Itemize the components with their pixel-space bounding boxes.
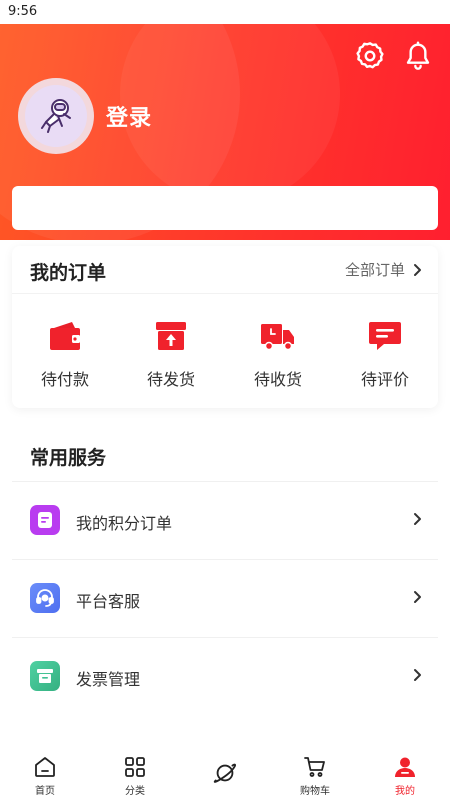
order-pending-payment[interactable]: 待付款 [20, 318, 110, 390]
tab-label: 我的 [395, 786, 415, 797]
order-item-label: 待发货 [146, 370, 195, 389]
profile-header: 登录 [0, 24, 450, 240]
order-item-label: 待收货 [253, 370, 302, 389]
box-upload-icon [153, 318, 189, 354]
chevron-right-icon [414, 513, 421, 525]
chevron-right-icon [414, 263, 421, 276]
chevron-right-icon [414, 591, 421, 603]
orders-title: 我的订单 [30, 262, 107, 284]
comment-icon [367, 318, 403, 354]
status-bar: 9:56 [0, 0, 450, 24]
all-orders-label: 全部订单 [344, 261, 405, 279]
avatar[interactable] [18, 78, 94, 154]
member-card [12, 186, 438, 230]
order-pending-review[interactable]: 待评价 [340, 318, 430, 390]
order-item-label: 待付款 [40, 370, 89, 389]
grid-icon [122, 754, 148, 780]
order-pending-shipment[interactable]: 待发货 [126, 318, 216, 390]
service-label: 平台客服 [76, 592, 141, 611]
astronaut-icon [41, 99, 71, 133]
tab-cart[interactable]: 购物车 [280, 754, 350, 797]
services-title: 常用服务 [30, 447, 107, 469]
orders-card: 我的订单 全部订单 待付款 待发货 待收货 待评价 [12, 246, 438, 408]
truck-icon [260, 318, 296, 354]
service-label: 发票管理 [76, 670, 141, 689]
order-pending-receipt[interactable]: 待收货 [233, 318, 323, 390]
planet-icon [212, 760, 238, 786]
orders-header: 我的订单 全部订单 [12, 246, 438, 294]
all-orders-link[interactable]: 全部订单 [345, 259, 422, 280]
service-customer-support[interactable]: 平台客服 [12, 559, 438, 637]
points-order-icon [30, 505, 60, 535]
tab-home[interactable]: 首页 [10, 754, 80, 797]
tab-label: 分类 [125, 786, 145, 797]
gear-icon [356, 42, 384, 69]
invoice-icon [30, 661, 60, 691]
order-item-label: 待评价 [360, 370, 409, 389]
home-icon [32, 754, 58, 780]
service-invoice-management[interactable]: 发票管理 [12, 637, 438, 715]
chevron-right-icon [414, 669, 421, 681]
login-link[interactable]: 登录 [106, 100, 152, 132]
avatar-inner [25, 85, 87, 147]
tab-category[interactable]: 分类 [100, 754, 170, 797]
wallet-icon [47, 318, 83, 354]
tab-mine[interactable]: 我的 [370, 754, 440, 797]
service-label: 我的积分订单 [76, 514, 173, 533]
tab-label: 首页 [35, 786, 55, 797]
user-icon [392, 754, 418, 780]
cart-icon [302, 754, 328, 780]
bottom-tab-bar: 首页 分类 购物车 我的 [0, 748, 450, 800]
notification-button[interactable] [400, 38, 436, 74]
settings-button[interactable] [352, 38, 388, 74]
status-time: 9:56 [8, 4, 38, 19]
bell-icon [406, 41, 430, 70]
headset-icon [30, 583, 60, 613]
tab-discover[interactable] [190, 760, 260, 788]
service-points-orders[interactable]: 我的积分订单 [12, 481, 438, 559]
tab-label: 购物车 [300, 786, 330, 797]
